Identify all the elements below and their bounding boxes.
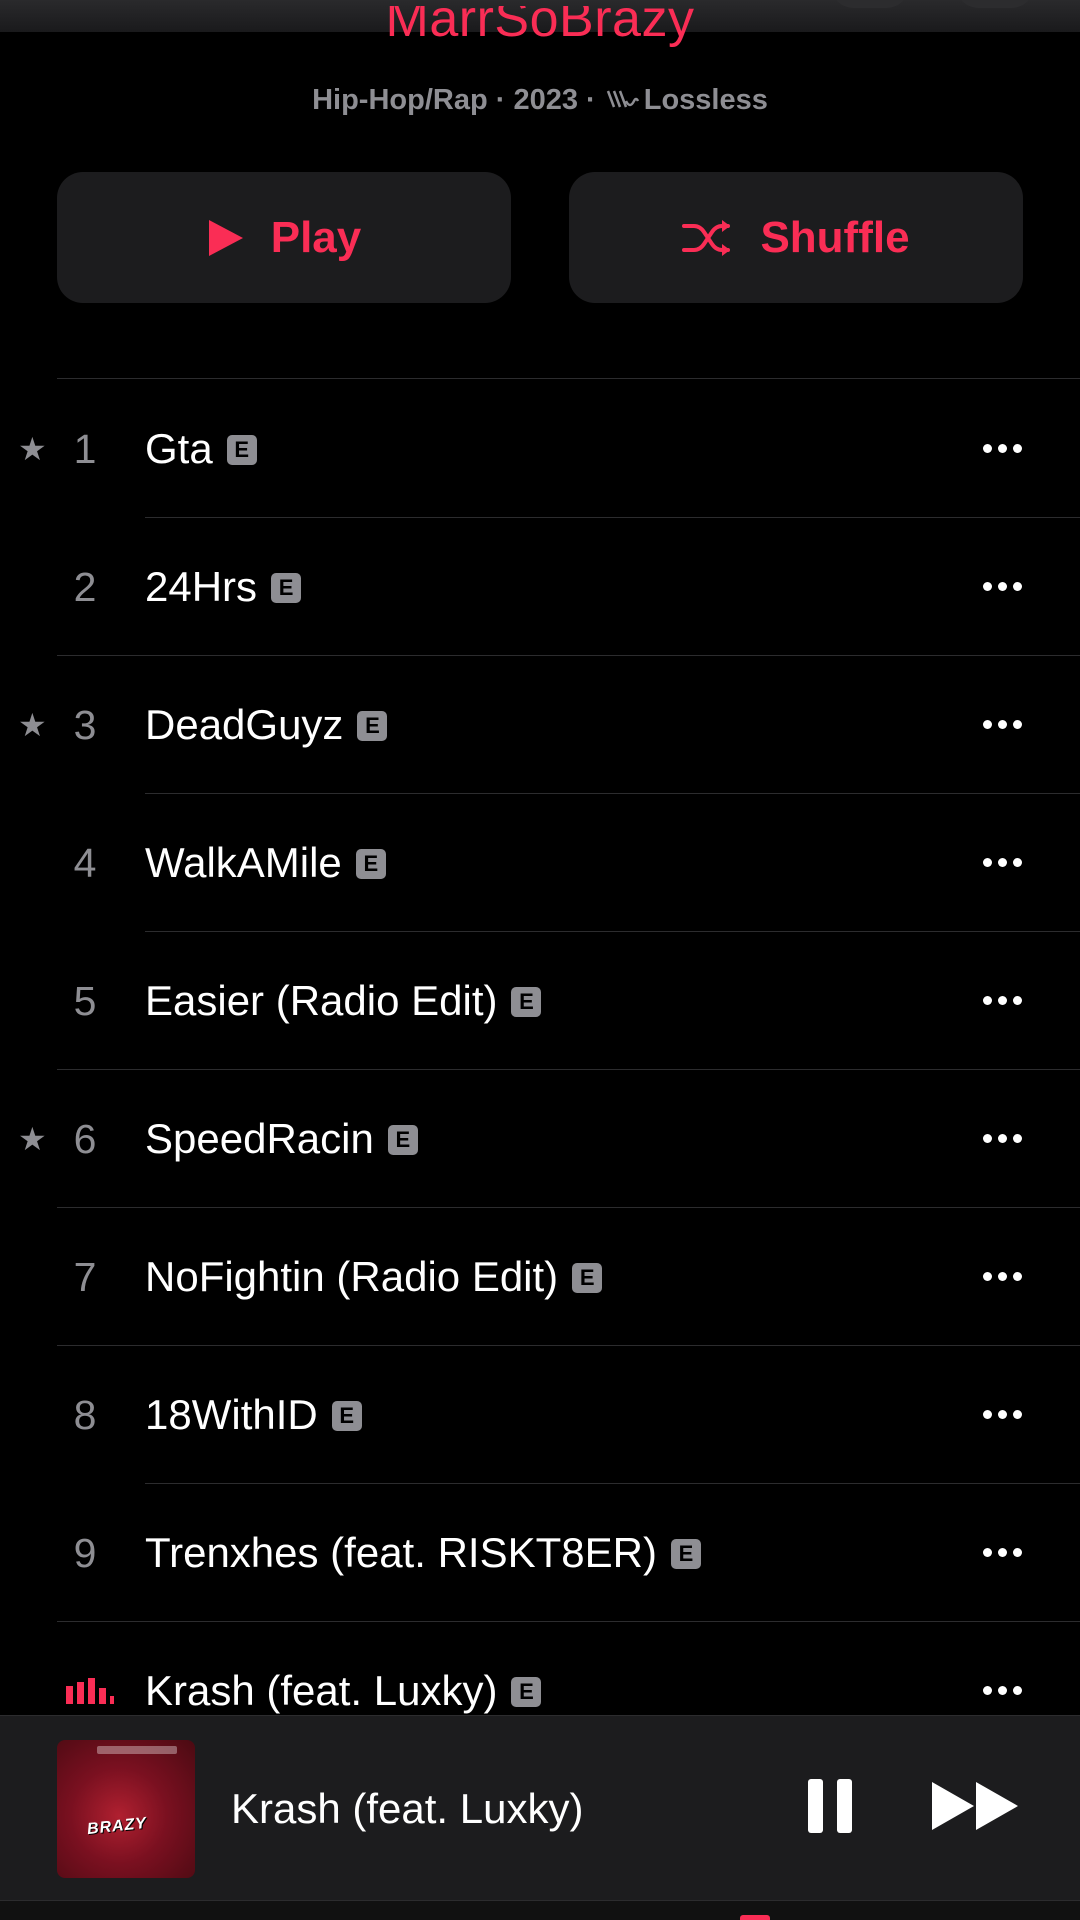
track-title: DeadGuyz — [145, 701, 344, 748]
artwork-header-strip — [97, 1746, 177, 1754]
track-row[interactable]: ★ 3 DeadGuyz E — [0, 656, 1080, 794]
track-more-button[interactable] — [980, 1208, 1025, 1346]
track-number: 7 — [73, 1254, 97, 1300]
track-number: 2 — [73, 564, 97, 610]
explicit-badge: E — [511, 1677, 542, 1707]
track-number: 5 — [73, 978, 97, 1024]
explicit-badge: E — [271, 573, 302, 603]
track-more-button[interactable] — [980, 1346, 1025, 1484]
album-genre-year: Hip-Hop/Rap · 2023 · — [312, 84, 604, 116]
divider — [57, 378, 1080, 379]
track-title: Gta — [145, 425, 213, 472]
track-more-button[interactable] — [980, 932, 1025, 1070]
ellipsis-icon — [980, 992, 1025, 1010]
track-title-group: Gta E — [145, 380, 257, 518]
ellipsis-icon — [980, 440, 1025, 458]
explicit-badge: E — [572, 1263, 603, 1293]
track-row[interactable]: 8 18WithID E — [0, 1346, 1080, 1484]
lossless-icon — [606, 87, 640, 121]
track-number: 6 — [73, 1116, 97, 1162]
ellipsis-icon — [980, 716, 1025, 734]
track-title-group: 24Hrs E — [145, 518, 302, 656]
track-row[interactable]: 5 Easier (Radio Edit) E — [0, 932, 1080, 1070]
track-title: 18WithID — [145, 1391, 318, 1438]
shuffle-button[interactable]: Shuffle — [569, 172, 1023, 303]
lossless-label: Lossless — [643, 84, 768, 116]
favorite-star-icon: ★ — [18, 431, 47, 467]
track-row[interactable]: 4 WalkAMile E — [0, 794, 1080, 932]
ellipsis-icon — [980, 578, 1025, 596]
track-title-group: WalkAMile E — [145, 794, 386, 932]
explicit-badge: E — [357, 711, 388, 741]
track-more-button[interactable] — [980, 518, 1025, 656]
track-row[interactable]: 9 Trenxhes (feat. RISKT8ER) E — [0, 1484, 1080, 1622]
album-screen: MarrSoBrazy Hip-Hop/Rap · 2023 · Lossles… — [0, 0, 1080, 1920]
track-number: 1 — [73, 426, 97, 472]
explicit-badge: E — [331, 1401, 362, 1431]
track-more-button[interactable] — [980, 380, 1025, 518]
artwork-title: BRAZY — [86, 1814, 148, 1839]
play-icon — [207, 218, 245, 258]
track-title: Easier (Radio Edit) — [145, 977, 498, 1024]
track-title: 24Hrs — [145, 563, 258, 610]
explicit-badge: E — [387, 1125, 418, 1155]
track-number: 4 — [73, 840, 97, 886]
track-title: Krash (feat. Luxky) — [145, 1667, 498, 1714]
track-title: SpeedRacin — [145, 1115, 374, 1162]
track-number: 3 — [73, 702, 97, 748]
track-more-button[interactable] — [980, 656, 1025, 794]
track-row[interactable]: ★ 1 Gta E — [0, 380, 1080, 518]
track-title-group: 18WithID E — [145, 1346, 362, 1484]
shuffle-label: Shuffle — [760, 212, 910, 262]
favorite-star-icon: ★ — [18, 707, 47, 743]
explicit-badge: E — [511, 987, 542, 1017]
ellipsis-icon — [980, 1682, 1025, 1700]
forward-icon — [930, 1782, 1022, 1840]
favorite-star-icon: ★ — [18, 1121, 47, 1157]
pause-icon — [805, 1779, 855, 1840]
pause-button[interactable] — [805, 1776, 855, 1841]
play-button[interactable]: Play — [57, 172, 511, 303]
tab-library-indicator[interactable] — [740, 1915, 770, 1920]
track-more-button[interactable] — [980, 1070, 1025, 1208]
track-title: Trenxhes (feat. RISKT8ER) — [145, 1529, 657, 1576]
track-title: WalkAMile — [145, 839, 342, 886]
track-list: ★ 1 Gta E 2 24Hrs E ★ 3 DeadGuyz E 4 WalkAMile E 5 Easi… — [0, 380, 1080, 1760]
tab-bar — [0, 1900, 1080, 1920]
track-title: NoFightin (Radio Edit) — [145, 1253, 559, 1300]
explicit-badge: E — [226, 435, 257, 465]
track-title-group: NoFightin (Radio Edit) E — [145, 1208, 603, 1346]
track-more-button[interactable] — [980, 794, 1025, 932]
track-number: 9 — [73, 1530, 97, 1576]
ellipsis-icon — [980, 1268, 1025, 1286]
track-number: 8 — [73, 1392, 97, 1438]
shuffle-icon — [682, 218, 734, 258]
now-playing-title[interactable]: Krash (feat. Luxky) — [231, 1740, 583, 1878]
mini-player[interactable]: BRAZY Krash (feat. Luxky) — [0, 1715, 1080, 1901]
track-title-group: Easier (Radio Edit) E — [145, 932, 542, 1070]
artist-name[interactable]: MarrSoBrazy — [0, 6, 1080, 76]
ellipsis-icon — [980, 1406, 1025, 1424]
album-meta: Hip-Hop/Rap · 2023 · Lossless — [0, 84, 1080, 121]
now-playing-artwork[interactable]: BRAZY — [57, 1740, 195, 1878]
track-title-group: DeadGuyz E — [145, 656, 388, 794]
next-track-button[interactable] — [930, 1776, 1022, 1841]
explicit-badge: E — [355, 849, 386, 879]
track-title-group: SpeedRacin E — [145, 1070, 418, 1208]
track-row[interactable]: ★ 6 SpeedRacin E — [0, 1070, 1080, 1208]
track-title-group: Trenxhes (feat. RISKT8ER) E — [145, 1484, 701, 1622]
track-row[interactable]: 2 24Hrs E — [0, 518, 1080, 656]
ellipsis-icon — [980, 854, 1025, 872]
ellipsis-icon — [980, 1130, 1025, 1148]
track-row[interactable]: 7 NoFightin (Radio Edit) E — [0, 1208, 1080, 1346]
play-label: Play — [270, 212, 362, 262]
ellipsis-icon — [980, 1544, 1025, 1562]
track-more-button[interactable] — [980, 1484, 1025, 1622]
explicit-badge: E — [670, 1539, 701, 1569]
